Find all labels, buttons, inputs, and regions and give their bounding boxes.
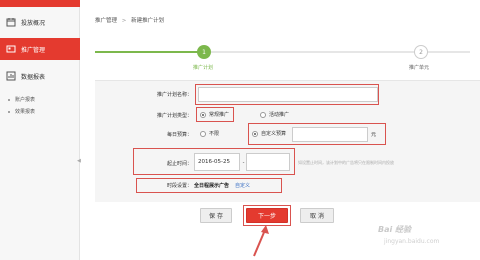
radio-budget-unlimited[interactable]: 不限 xyxy=(200,130,219,137)
id-card-icon xyxy=(6,44,16,54)
annotation-box-dates xyxy=(133,148,295,175)
watermark-url: jingyan.baidu.com xyxy=(384,238,440,245)
annotation-box-plan-type xyxy=(196,107,234,122)
annotation-box-plan-name xyxy=(195,84,379,105)
step-2-label: 推广单元 xyxy=(409,65,430,71)
breadcrumb: 推广管理 > 新建推广计划 xyxy=(95,18,165,24)
radio-event-promotion[interactable]: 活动推广 xyxy=(260,111,289,118)
annotation-box-schedule xyxy=(136,178,282,193)
step-2-circle: 2 xyxy=(414,45,428,59)
radio-unselected-icon xyxy=(260,111,266,118)
watermark: Bai 经验 xyxy=(378,225,412,234)
step-progress-line xyxy=(95,51,203,53)
step-1-label: 推广计划 xyxy=(193,65,214,71)
sidebar-subitem-account-report[interactable]: 账户报表 xyxy=(8,96,35,103)
cancel-button[interactable]: 取 消 xyxy=(300,208,334,223)
breadcrumb-current: 新建推广计划 xyxy=(131,18,165,24)
sidebar-item-promotion[interactable]: 推广管理 xyxy=(0,38,80,60)
step-1-circle: 1 xyxy=(197,45,211,59)
save-button[interactable]: 保 存 xyxy=(200,208,232,223)
logo xyxy=(0,0,80,7)
collapse-sidebar-icon[interactable]: ◀ xyxy=(77,158,82,168)
plan-name-label: 推广计划名称： xyxy=(156,92,192,98)
breadcrumb-parent[interactable]: 推广管理 xyxy=(95,18,117,24)
plan-type-label: 推广计划类型： xyxy=(156,113,192,119)
sidebar-item-label: 数据报表 xyxy=(21,73,46,81)
calendar-icon xyxy=(6,17,16,27)
annotation-box-budget xyxy=(248,123,386,145)
sidebar-subitem-effect-report[interactable]: 效果报表 xyxy=(8,108,35,115)
radio-unselected-icon xyxy=(200,130,206,137)
annotation-arrow-icon xyxy=(253,225,269,257)
sidebar-item-label: 投放概况 xyxy=(21,19,46,27)
sidebar-item-label: 推广管理 xyxy=(21,46,46,54)
chart-icon xyxy=(6,71,16,81)
sidebar-item-overview[interactable]: 投放概况 xyxy=(0,11,80,33)
sidebar-item-reports[interactable]: 数据报表 xyxy=(0,65,80,87)
sidebar: 投放概况 推广管理 数据报表 账户报表 效果报表 ◀ xyxy=(0,0,82,260)
annotation-box-next xyxy=(243,205,291,226)
step-track-line xyxy=(210,51,470,53)
budget-label: 每日预算： xyxy=(166,132,192,138)
date-hint: 如设置止时间，该计划中的广告将只在限制时间内投放 xyxy=(298,160,394,165)
